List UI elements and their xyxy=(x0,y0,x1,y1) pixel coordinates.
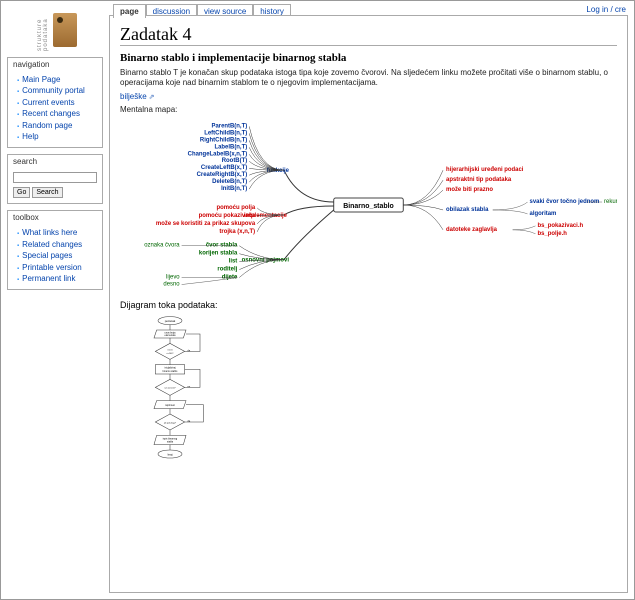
svg-text:desno: desno xyxy=(163,281,180,287)
svg-text:korijen stabla: korijen stabla xyxy=(199,250,238,256)
svg-text:DeleteB(n,T): DeleteB(n,T) xyxy=(212,179,247,185)
svg-text:apstraktni tip podataka: apstraktni tip podataka xyxy=(446,177,512,183)
nav-item-0[interactable]: Main Page xyxy=(22,75,60,84)
svg-text:ParentB(n,T): ParentB(n,T) xyxy=(211,123,247,129)
sidebar: navigation Main Page Community portal Curr… xyxy=(7,57,103,296)
dijagram-label: Dijagram toka podataka: xyxy=(120,300,617,310)
svg-text:svi uneseni?: svi uneseni? xyxy=(164,387,176,389)
svg-text:ispiši test: ispiši test xyxy=(165,404,175,407)
svg-text:ispis binarnog: ispis binarnog xyxy=(163,437,178,440)
svg-text:stabla: stabla xyxy=(167,440,174,443)
svg-text:Binarno_stablo: Binarno_stablo xyxy=(343,203,394,210)
nav-item-4[interactable]: Random page xyxy=(22,121,72,130)
svg-text:početak: početak xyxy=(165,319,176,323)
svg-text:n>100?: n>100? xyxy=(167,352,175,355)
intro-paragraph: Binarno stablo T je konačan skup podatak… xyxy=(120,68,617,89)
svg-text:obilazak stabla: obilazak stabla xyxy=(446,207,489,213)
toolbox-item-1[interactable]: Related changes xyxy=(22,240,82,249)
logo-image xyxy=(53,13,77,47)
svg-text:kraj: kraj xyxy=(168,452,173,456)
svg-text:binarno stablo: binarno stablo xyxy=(163,370,178,373)
site-logo[interactable]: strukture podataka xyxy=(9,9,104,51)
external-link-biljeske[interactable]: bilješke xyxy=(120,92,155,101)
svg-text:bs_polje.h: bs_polje.h xyxy=(537,230,567,236)
svg-text:lijevo: lijevo xyxy=(166,274,180,280)
svg-text:hijerarhijski uređeni podaci: hijerarhijski uređeni podaci xyxy=(446,167,524,173)
mentalna-mapa-label: Mentalna mapa: xyxy=(120,105,617,115)
svg-text:može biti prazno: može biti prazno xyxy=(446,187,493,193)
svg-text:može se koristiti za prikaz sk: može se koristiti za prikaz skupova xyxy=(156,220,256,226)
page-title: Zadatak 4 xyxy=(120,24,617,46)
tab-page[interactable]: page xyxy=(113,4,146,18)
search-go-button[interactable]: Go xyxy=(13,187,30,198)
toolbox-item-0[interactable]: What links here xyxy=(22,228,77,237)
section-heading: Binarno stablo i implementacije binarnog… xyxy=(120,52,617,64)
toolbox-portlet: toolbox What links here Related changes Sp… xyxy=(7,210,103,290)
flowchart-section: Dijagram toka podataka: početak unos bro… xyxy=(120,300,617,516)
svg-text:RootB(T): RootB(T) xyxy=(222,158,247,164)
svg-text:roditelj: roditelj xyxy=(217,266,237,272)
svg-text:CreateLeftB(x,T): CreateLeftB(x,T) xyxy=(201,165,247,171)
search-portlet: search Go Search xyxy=(7,154,103,204)
svg-text:LeftChildB(n,T): LeftChildB(n,T) xyxy=(204,130,247,136)
svg-text:rekurzivno-pozivanje: rekurzivno-pozivanje xyxy=(604,199,617,205)
nav-item-3[interactable]: Recent changes xyxy=(22,109,80,118)
svg-text:unos broja: unos broja xyxy=(165,331,177,334)
svg-text:n<0 ili: n<0 ili xyxy=(167,348,173,351)
svg-text:InitB(n,T): InitB(n,T) xyxy=(221,186,247,192)
nav-item-2[interactable]: Current events xyxy=(22,98,74,107)
svg-text:da: da xyxy=(187,348,190,352)
mind-map-image: Binarno_stablo funkcije ParentB(n,T)Left… xyxy=(120,120,617,290)
search-search-button[interactable]: Search xyxy=(32,187,62,198)
svg-text:elemenata: elemenata xyxy=(165,334,177,337)
svg-text:RightChildB(n,T): RightChildB(n,T) xyxy=(200,137,247,143)
flowchart-image: početak unos broja elemenata n<0 ili n>1… xyxy=(120,314,260,514)
login-link[interactable]: Log in / cre xyxy=(586,5,626,14)
svg-text:algoritam: algoritam xyxy=(530,211,557,217)
toolbox-heading: toolbox xyxy=(8,211,102,224)
nav-portlet: navigation Main Page Community portal Curr… xyxy=(7,57,103,148)
svg-text:list: list xyxy=(229,258,238,264)
nav-item-1[interactable]: Community portal xyxy=(22,86,85,95)
search-heading: search xyxy=(8,155,102,168)
article-content: Zadatak 4 Binarno stablo i implementacij… xyxy=(109,15,628,593)
svg-text:još pokušaja?: još pokušaja? xyxy=(163,422,177,424)
toolbox-item-4[interactable]: Permanent link xyxy=(22,274,75,283)
svg-text:oznaka čvora: oznaka čvora xyxy=(144,242,180,248)
svg-text:datoteke zaglavlja: datoteke zaglavlja xyxy=(446,226,498,232)
svg-text:pomoću pokazivača: pomoću pokazivača xyxy=(199,212,256,218)
svg-text:ChangeLabelB(x,n,T): ChangeLabelB(x,n,T) xyxy=(188,151,248,157)
svg-text:LabelB(n,T): LabelB(n,T) xyxy=(214,144,247,150)
svg-text:trojka (x,n,T): trojka (x,n,T) xyxy=(219,228,255,234)
search-input[interactable] xyxy=(13,172,97,183)
toolbox-item-3[interactable]: Printable version xyxy=(22,263,82,272)
login-links: Log in / cre xyxy=(586,5,626,14)
svg-text:ne: ne xyxy=(187,385,190,388)
toolbox-item-2[interactable]: Special pages xyxy=(22,251,72,260)
svg-text:da: da xyxy=(187,419,190,423)
svg-text:bs_pokazivaci.h: bs_pokazivaci.h xyxy=(537,222,583,228)
nav-heading: navigation xyxy=(8,58,102,71)
svg-text:CreateRightB(x,T): CreateRightB(x,T) xyxy=(197,172,248,178)
logo-text: strukture podataka xyxy=(37,9,49,51)
nav-item-5[interactable]: Help xyxy=(22,132,38,141)
svg-text:inicijaliziraj: inicijaliziraj xyxy=(164,366,176,369)
svg-text:pomoću polja: pomoću polja xyxy=(216,205,255,211)
